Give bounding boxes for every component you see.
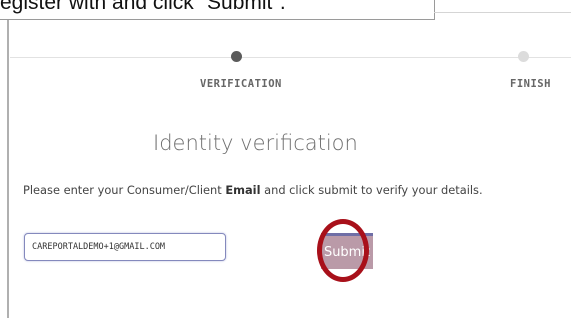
header-divider xyxy=(434,12,571,13)
form-instruction: Please enter your Consumer/Client Email … xyxy=(23,183,483,197)
caption-text: egister with and click "Submit". xyxy=(0,0,286,14)
step-verification-dot xyxy=(231,51,242,62)
step-finish-label: FINISH xyxy=(510,78,551,90)
stepper-track xyxy=(10,57,571,58)
step-verification-label: VERIFICATION xyxy=(200,78,282,90)
highlight-ring xyxy=(317,219,369,282)
step-finish-dot xyxy=(518,51,529,62)
email-field[interactable] xyxy=(24,233,226,261)
instruction-email-emphasis: Email xyxy=(225,183,261,197)
instruction-text-end: and click submit to verify your details. xyxy=(260,183,483,197)
instruction-caption: egister with and click "Submit". xyxy=(0,0,435,20)
instruction-text-start: Please enter your Consumer/Client xyxy=(23,183,226,197)
page-left-border xyxy=(7,18,9,318)
page-title: Identity verification xyxy=(153,131,358,155)
